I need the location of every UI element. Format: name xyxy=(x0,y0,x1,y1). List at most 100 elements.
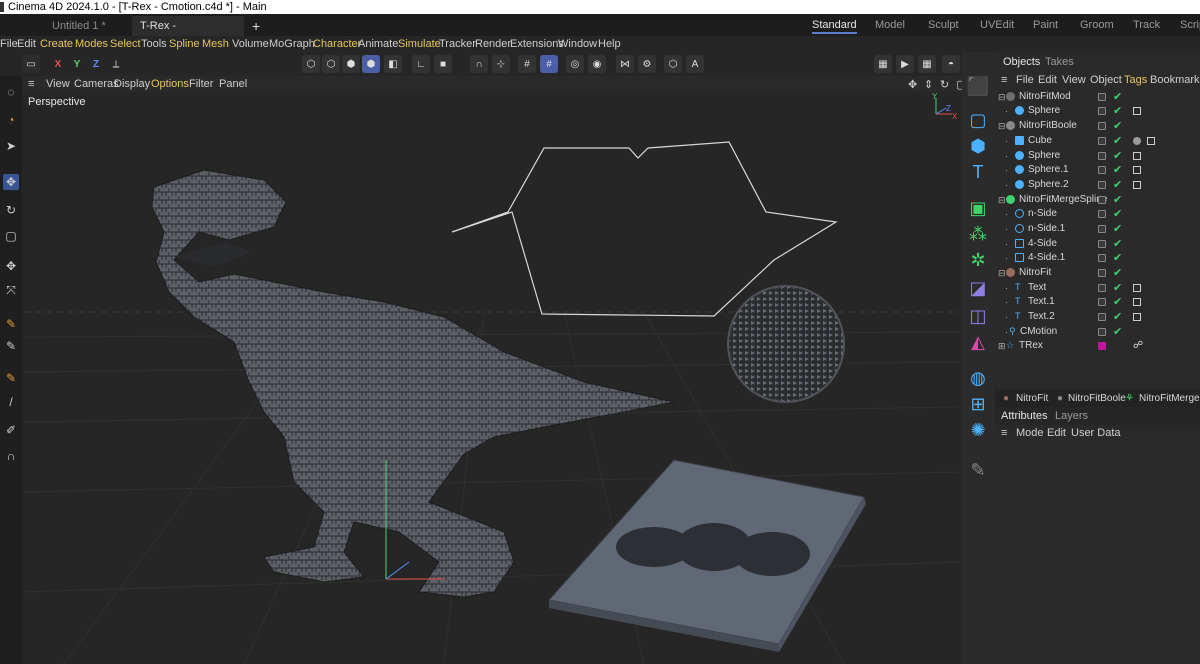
menu-modes[interactable]: Modes xyxy=(75,38,108,50)
attributes-hamburger-icon[interactable]: ≡ xyxy=(1001,427,1007,439)
list-item[interactable]: · Sphere ✔ xyxy=(995,149,1200,163)
placement-tool-icon[interactable]: ⤧ xyxy=(3,282,19,298)
layout-tab-standard[interactable]: Standard xyxy=(812,18,857,34)
layout-tab-uvedit[interactable]: UVEdit xyxy=(980,18,1014,34)
panel-menu-view[interactable]: View xyxy=(1062,74,1086,86)
list-item[interactable]: · Sphere.1 ✔ xyxy=(995,163,1200,177)
new-tab-button[interactable]: + xyxy=(244,16,268,36)
tab-objects[interactable]: Objects xyxy=(1003,56,1040,70)
tab-takes[interactable]: Takes xyxy=(1045,56,1074,70)
cloner-icon[interactable]: ⁂ xyxy=(966,222,990,246)
attr-menu-mode[interactable]: Mode xyxy=(1016,427,1044,439)
tab-untitled-1[interactable]: Untitled 1 * xyxy=(44,16,114,36)
coordinate-system-icon[interactable]: ⟂ xyxy=(107,55,125,73)
tag-icon[interactable] xyxy=(1133,152,1141,160)
camera-icon[interactable]: ⊞ xyxy=(966,392,990,416)
effector-icon[interactable]: ✲ xyxy=(966,248,990,272)
menu-character[interactable]: Character xyxy=(313,38,361,50)
viewport-menu-display[interactable]: Display xyxy=(114,78,150,90)
menu-edit[interactable]: Edit xyxy=(17,38,36,50)
tag-icon[interactable] xyxy=(1133,181,1141,189)
render-picture-viewer-icon[interactable]: ▶ xyxy=(896,55,914,73)
menu-extensions[interactable]: Extensions xyxy=(510,38,564,50)
deformer-icon[interactable]: ◪ xyxy=(966,276,990,300)
breadcrumb-item[interactable]: NitroFit xyxy=(1016,393,1048,404)
text-plugin-icon[interactable]: A xyxy=(686,55,704,73)
live-selection-icon[interactable]: ◌ xyxy=(3,84,19,100)
sketch-tool-icon[interactable]: ✎ xyxy=(3,338,19,354)
menu-mesh[interactable]: Mesh xyxy=(202,38,229,50)
menu-select[interactable]: Select xyxy=(110,38,141,50)
primitive-cube-icon[interactable]: ⬢ xyxy=(966,134,990,158)
brush-tool-icon[interactable]: ✐ xyxy=(3,422,19,438)
snap-settings-icon[interactable]: ⊹ xyxy=(492,55,510,73)
workplane-icon[interactable]: # xyxy=(540,55,558,73)
menu-help[interactable]: Help xyxy=(598,38,621,50)
list-item[interactable]: · n-Side.1 ✔ xyxy=(995,222,1200,236)
panel-menu-tags[interactable]: Tags xyxy=(1124,74,1147,86)
grid-icon[interactable]: # xyxy=(518,55,536,73)
tag-icon[interactable] xyxy=(1133,284,1141,292)
layout-tab-model[interactable]: Model xyxy=(875,18,905,34)
layout-tab-script[interactable]: Script xyxy=(1180,18,1200,34)
list-item[interactable]: · n-Side ✔ xyxy=(995,207,1200,221)
material-tag-icon[interactable] xyxy=(1133,137,1141,145)
menu-window[interactable]: Window xyxy=(558,38,597,50)
undo-list-icon[interactable]: ▭ xyxy=(22,55,40,73)
menu-render[interactable]: Render xyxy=(475,38,511,50)
tag-icon[interactable] xyxy=(1133,298,1141,306)
plugin-icon[interactable]: ⬡ xyxy=(664,55,682,73)
tag-icon[interactable] xyxy=(1133,107,1141,115)
soft-selection-icon[interactable]: ◉ xyxy=(588,55,606,73)
viewport-hamburger-icon[interactable]: ≡ xyxy=(28,78,34,90)
attr-menu-edit[interactable]: Edit xyxy=(1047,427,1066,439)
magnet-tool-icon[interactable]: ∩ xyxy=(3,448,19,464)
field-icon[interactable]: ◫ xyxy=(966,304,990,328)
menu-file[interactable]: File xyxy=(0,38,18,50)
move-tool-icon[interactable]: ✥ xyxy=(3,174,19,190)
panel-menu-object[interactable]: Object xyxy=(1090,74,1122,86)
menu-tracker[interactable]: Tracker xyxy=(439,38,476,50)
render-settings-icon[interactable]: ▦ xyxy=(918,55,936,73)
tab-attributes[interactable]: Attributes xyxy=(1001,410,1047,424)
menu-tools[interactable]: Tools xyxy=(141,38,167,50)
rotate-tool-icon[interactable]: ↻ xyxy=(3,202,19,218)
menu-spline[interactable]: Spline xyxy=(169,38,200,50)
menu-volume[interactable]: Volume xyxy=(232,38,269,50)
tag-icon[interactable]: ◭ xyxy=(966,330,990,354)
polygons-mode-icon[interactable]: ⬢ xyxy=(342,55,360,73)
list-item[interactable]: · 4-Side.1 ✔ xyxy=(995,251,1200,265)
list-item[interactable]: · T Text ✔ xyxy=(995,281,1200,295)
layout-tab-paint[interactable]: Paint xyxy=(1033,18,1058,34)
list-item[interactable]: ⊞ ☆ TRex ☍ xyxy=(995,339,1200,353)
pen-tool-icon[interactable]: ✎ xyxy=(3,316,19,332)
breadcrumb-item[interactable]: NitroFitMergeSp xyxy=(1139,393,1200,404)
list-item[interactable]: · ⚲ CMotion ✔ xyxy=(995,325,1200,339)
axis-x-button[interactable]: X xyxy=(51,55,65,73)
list-item[interactable]: · 4-Side ✔ xyxy=(995,237,1200,251)
list-item[interactable]: ⊟ NitroFitBoole ✔ xyxy=(995,119,1200,133)
environment-icon[interactable]: ◍ xyxy=(966,366,990,390)
pen-icon[interactable]: ✎ xyxy=(966,458,990,482)
paint-select-icon[interactable]: ◔ xyxy=(3,112,19,128)
list-item[interactable]: · T Text.2 ✔ xyxy=(995,310,1200,324)
panel-menu-edit[interactable]: Edit xyxy=(1038,74,1057,86)
cube-icon[interactable]: ⬛ xyxy=(966,74,990,98)
boolean-plate-model[interactable] xyxy=(548,459,866,652)
viewport-zoom-icon[interactable]: ⇕ xyxy=(924,78,933,91)
light-icon[interactable]: ✺ xyxy=(966,418,990,442)
axis-y-button[interactable]: Y xyxy=(70,55,84,73)
breadcrumb-item[interactable]: NitroFitBoole xyxy=(1068,393,1126,404)
axis-mode-icon[interactable]: ∟ xyxy=(412,55,430,73)
viewport-menu-view[interactable]: View xyxy=(46,78,70,90)
list-item[interactable]: ⊟ NitroFitMergeSpline ✔ xyxy=(995,193,1200,207)
list-item[interactable]: · Sphere ✔ xyxy=(995,104,1200,118)
mirror-icon[interactable]: ⋈ xyxy=(616,55,634,73)
spiky-sphere-model[interactable] xyxy=(727,285,845,403)
model-mode-icon[interactable]: ⬢ xyxy=(362,55,380,73)
viewport-menu-filter[interactable]: Filter xyxy=(189,78,213,90)
snap-icon[interactable]: ∩ xyxy=(470,55,488,73)
viewport-menu-panel[interactable]: Panel xyxy=(219,78,247,90)
list-item[interactable]: · Sphere.2 ✔ xyxy=(995,178,1200,192)
list-item[interactable]: ⊟ NitroFitMod ✔ xyxy=(995,90,1200,104)
